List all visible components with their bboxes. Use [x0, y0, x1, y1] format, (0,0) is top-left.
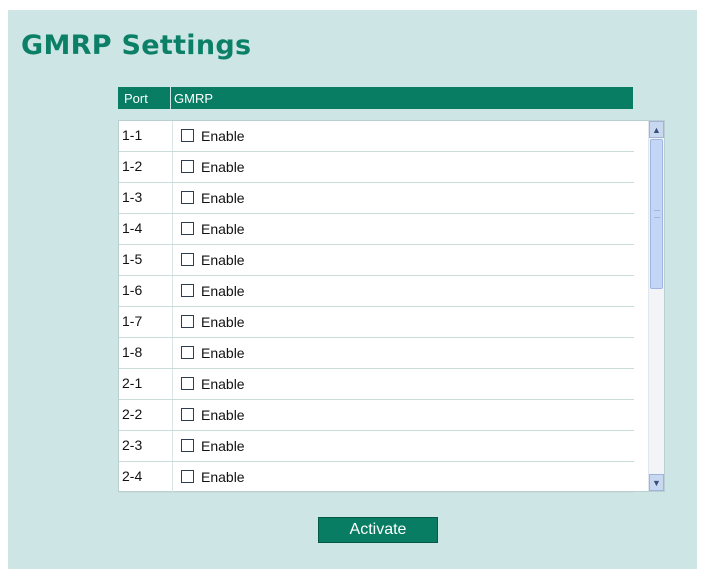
port-label: 2-3 — [122, 437, 143, 453]
chevron-up-icon[interactable]: ▲ — [649, 121, 664, 138]
port-column-header: Port — [124, 91, 148, 106]
settings-panel: GMRP Settings Port GMRP 1-1 Enable 1-2 Enab… — [8, 10, 697, 569]
column-divider — [172, 152, 173, 182]
gmrp-column-header: GMRP — [174, 91, 213, 106]
table-row: 2-4 Enable — [119, 462, 634, 493]
table-row: 1-8 Enable — [119, 338, 634, 369]
enable-label[interactable]: Enable — [201, 128, 245, 144]
column-divider — [172, 338, 173, 368]
enable-label[interactable]: Enable — [201, 469, 245, 485]
vertical-scrollbar[interactable]: ▲ ▼ — [648, 121, 664, 491]
scroll-thumb[interactable] — [650, 139, 663, 289]
activate-button[interactable]: Activate — [318, 517, 438, 543]
enable-checkbox[interactable] — [181, 129, 194, 142]
table-row: 1-7 Enable — [119, 307, 634, 338]
column-divider — [172, 245, 173, 275]
header-divider — [170, 87, 171, 109]
enable-checkbox[interactable] — [181, 315, 194, 328]
port-list[interactable]: 1-1 Enable 1-2 Enable 1-3 Enable 1-4 Enable 1-5 E… — [118, 120, 665, 493]
port-label: 1-3 — [122, 189, 143, 205]
enable-label[interactable]: Enable — [201, 252, 245, 268]
column-divider — [172, 369, 173, 399]
column-divider — [172, 431, 173, 461]
enable-checkbox[interactable] — [181, 284, 194, 297]
table-row: 2-3 Enable — [119, 431, 634, 462]
column-divider — [172, 214, 173, 244]
enable-label[interactable]: Enable — [201, 283, 245, 299]
enable-checkbox[interactable] — [181, 191, 194, 204]
table-row: 1-4 Enable — [119, 214, 634, 245]
enable-label[interactable]: Enable — [201, 438, 245, 454]
column-divider — [172, 183, 173, 213]
enable-checkbox[interactable] — [181, 253, 194, 266]
table-row: 2-1 Enable — [119, 369, 634, 400]
port-label: 1-8 — [122, 344, 143, 360]
enable-label[interactable]: Enable — [201, 314, 245, 330]
table-row: 1-6 Enable — [119, 276, 634, 307]
port-label: 2-4 — [122, 468, 143, 484]
enable-label[interactable]: Enable — [201, 221, 245, 237]
enable-label[interactable]: Enable — [201, 159, 245, 175]
column-divider — [172, 400, 173, 430]
table-row: 1-2 Enable — [119, 152, 634, 183]
port-label: 2-1 — [122, 375, 143, 391]
enable-label[interactable]: Enable — [201, 345, 245, 361]
enable-checkbox[interactable] — [181, 439, 194, 452]
grip-icon — [654, 210, 660, 218]
table-row: 2-2 Enable — [119, 400, 634, 431]
port-label: 1-5 — [122, 251, 143, 267]
column-divider — [172, 276, 173, 306]
enable-checkbox[interactable] — [181, 346, 194, 359]
enable-checkbox[interactable] — [181, 470, 194, 483]
port-label: 1-7 — [122, 313, 143, 329]
port-label: 2-2 — [122, 406, 143, 422]
enable-label[interactable]: Enable — [201, 190, 245, 206]
enable-label[interactable]: Enable — [201, 407, 245, 423]
port-rows: 1-1 Enable 1-2 Enable 1-3 Enable 1-4 Enable 1-5 E… — [119, 121, 634, 493]
column-divider — [172, 307, 173, 337]
enable-checkbox[interactable] — [181, 408, 194, 421]
enable-label[interactable]: Enable — [201, 376, 245, 392]
table-header: Port GMRP — [118, 87, 633, 109]
chevron-down-icon[interactable]: ▼ — [649, 474, 664, 491]
table-row: 1-3 Enable — [119, 183, 634, 214]
page-title: GMRP Settings — [21, 30, 252, 61]
enable-checkbox[interactable] — [181, 160, 194, 173]
column-divider — [172, 121, 173, 151]
port-label: 1-4 — [122, 220, 143, 236]
port-label: 1-2 — [122, 158, 143, 174]
table-row: 1-5 Enable — [119, 245, 634, 276]
enable-checkbox[interactable] — [181, 377, 194, 390]
column-divider — [172, 462, 173, 492]
enable-checkbox[interactable] — [181, 222, 194, 235]
port-label: 1-1 — [122, 127, 143, 143]
port-label: 1-6 — [122, 282, 143, 298]
table-row: 1-1 Enable — [119, 121, 634, 152]
